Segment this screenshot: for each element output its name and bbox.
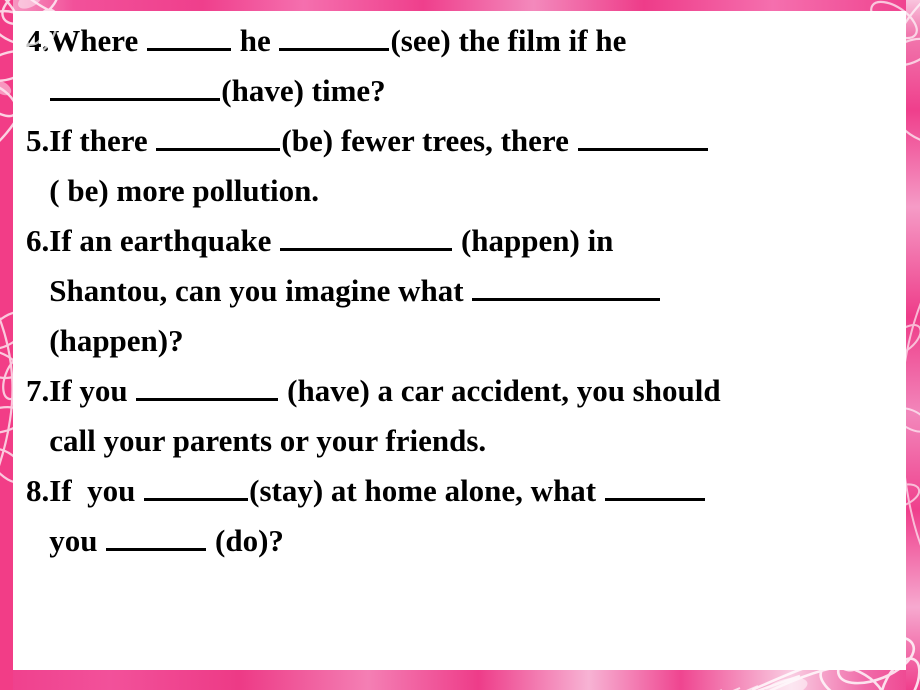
exercise-text-line: (happen)? [49, 316, 920, 366]
exercise-list: 4. Where he (see) the film if he (have) ti… [26, 16, 920, 566]
exercise-text-line: you (do)? [49, 516, 920, 566]
exercise-text-line: If you (have) a car accident, you should [49, 366, 920, 416]
text-run: If you [49, 473, 144, 508]
slide-canvas: 4. Where he (see) the film if he (have) ti… [0, 0, 920, 690]
text-run: Where [49, 23, 146, 58]
answer-blank[interactable] [280, 219, 453, 251]
answer-blank[interactable] [106, 519, 207, 551]
text-run: If an earthquake [49, 223, 280, 258]
exercise-number: 5. [26, 123, 50, 158]
exercise-text-line: Shantou, can you imagine what [49, 266, 920, 316]
exercise-number: 6. [26, 223, 50, 258]
text-run: (happen) in [453, 223, 614, 258]
text-run: he [231, 23, 279, 58]
answer-blank[interactable] [156, 119, 281, 151]
text-run: you [49, 523, 106, 558]
text-run: (have) a car accident, you should [279, 373, 721, 408]
answer-blank[interactable] [144, 469, 249, 501]
exercise-text: Where he (see) the film if he (have) time… [49, 16, 920, 116]
text-run: ( be) more pollution. [49, 173, 320, 208]
exercise-text-line: (have) time? [49, 66, 920, 116]
answer-blank[interactable] [472, 269, 661, 301]
text-run: Shantou, can you imagine what [49, 273, 472, 308]
text-run: call your parents or your friends. [49, 423, 487, 458]
exercise-text: If you (have) a car accident, you should… [49, 366, 920, 466]
exercise-text: If there (be) fewer trees, there ( be) m… [49, 116, 920, 216]
answer-blank[interactable] [577, 119, 708, 151]
answer-blank[interactable] [146, 19, 231, 51]
exercise-text: If an earthquake (happen) in Shantou, can… [49, 216, 920, 366]
exercise-number: 7. [26, 373, 50, 408]
text-run: If there [49, 123, 156, 158]
exercise-text-line: call your parents or your friends. [49, 416, 920, 466]
exercise-number: 4. [26, 23, 50, 58]
border-band-top [0, 0, 920, 11]
text-run: (have) time? [221, 73, 386, 108]
text-run: (do)? [207, 523, 284, 558]
exercise-item: 7. If you (have) a car accident, you shou… [26, 366, 920, 466]
exercise-item: 8. If you (stay) at home alone, what you … [26, 466, 920, 566]
text-run: (be) fewer trees, there [281, 123, 577, 158]
exercise-item: 5. If there (be) fewer trees, there ( be)… [26, 116, 920, 216]
exercise-item: 6. If an earthquake (happen) in Shantou, c… [26, 216, 920, 366]
exercise-text-line: Where he (see) the film if he [49, 16, 920, 66]
exercise-text: If you (stay) at home alone, what you (d… [49, 466, 920, 566]
exercise-text-line: ( be) more pollution. [49, 166, 920, 216]
text-run: (see) the film if he [390, 23, 627, 58]
exercise-number: 8. [26, 473, 50, 508]
text-run: If you [49, 373, 136, 408]
answer-blank[interactable] [604, 469, 705, 501]
answer-blank[interactable] [50, 69, 221, 101]
answer-blank[interactable] [136, 369, 279, 401]
exercise-text-line: If you (stay) at home alone, what [49, 466, 920, 516]
text-run: (happen)? [49, 323, 184, 358]
exercise-text-line: If there (be) fewer trees, there [49, 116, 920, 166]
text-run: (stay) at home alone, what [249, 473, 604, 508]
exercise-text-line: If an earthquake (happen) in [49, 216, 920, 266]
border-band-bottom [0, 670, 920, 690]
border-band-left [0, 0, 13, 690]
exercise-item: 4. Where he (see) the film if he (have) ti… [26, 16, 920, 116]
answer-blank[interactable] [279, 19, 390, 51]
